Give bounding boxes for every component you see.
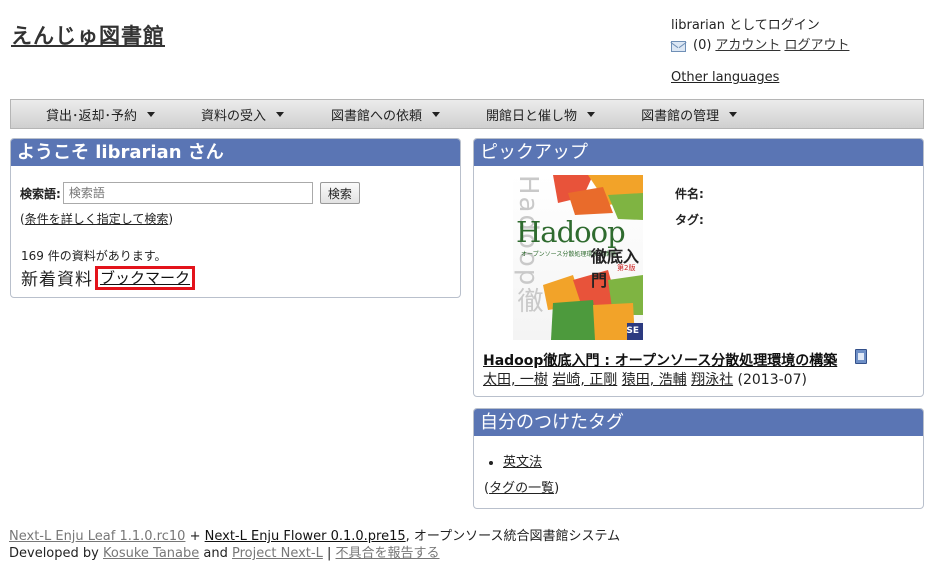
all-tags-link[interactable]: タグの一覧 xyxy=(489,481,554,496)
search-input[interactable] xyxy=(62,182,313,204)
and-text: and xyxy=(203,546,228,561)
author-link[interactable]: 岩崎, 正剛 xyxy=(552,372,617,388)
my-tags-panel: 自分のつけたタグ 英文法 (タグの一覧) xyxy=(473,408,924,509)
paren-close: ) xyxy=(554,481,560,496)
system-text: , オープンソース統合図書館システム xyxy=(405,529,621,544)
developed-by-text: Developed by xyxy=(9,546,99,561)
dropdown-arrow-icon xyxy=(147,111,156,117)
advanced-search-link[interactable]: 条件を詳しく指定して検索 xyxy=(25,212,169,226)
book-icon xyxy=(855,349,867,364)
separator: | xyxy=(326,546,332,561)
login-area: librarian としてログイン (0) アカウント ログアウト xyxy=(671,16,849,56)
menu-management[interactable]: 図書館の管理 xyxy=(641,100,738,128)
author-link[interactable]: 猿田, 浩輔 xyxy=(622,372,687,388)
search-button[interactable]: 検索 xyxy=(319,182,360,204)
welcome-heading: ようこそ librarian さん xyxy=(11,139,460,166)
tag-link[interactable]: 英文法 xyxy=(503,455,542,470)
menu-label: 貸出･返却･予約 xyxy=(46,108,138,124)
pickup-heading: ピックアップ xyxy=(474,139,923,166)
report-bug-link[interactable]: 不具合を報告する xyxy=(336,546,440,561)
menu-requests[interactable]: 図書館への依頼 xyxy=(331,100,441,128)
enju-flower-link[interactable]: Next-L Enju Flower 0.1.0.pre15 xyxy=(205,529,406,544)
resource-count: 169 件の資料があります。 xyxy=(21,249,167,263)
main-menu-bar: 貸出･返却･予約 資料の受入 図書館への依頼 開館日と催し物 図書館の管理 xyxy=(10,99,924,129)
dropdown-arrow-icon xyxy=(587,111,596,117)
list-item: 英文法 xyxy=(503,451,542,470)
account-link[interactable]: アカウント xyxy=(715,36,780,56)
cover-publisher-logo: SE xyxy=(626,326,639,336)
book-authors: 太田, 一樹 岩崎, 正剛 猿田, 浩輔 翔泳社 (2013-07) xyxy=(483,369,807,389)
developer-link[interactable]: Kosuke Tanabe xyxy=(103,546,199,561)
menu-acquisition[interactable]: 資料の受入 xyxy=(201,100,285,128)
subject-label: 件名: xyxy=(675,187,704,201)
book-meta-labels: 件名: タグ: xyxy=(675,181,704,233)
menu-label: 図書館の管理 xyxy=(641,108,720,124)
all-tags: (タグの一覧) xyxy=(484,477,559,496)
cover-edition: 第2版 xyxy=(617,264,636,272)
paren-close: ) xyxy=(168,212,174,226)
dropdown-arrow-icon xyxy=(432,111,441,117)
search-label: 検索語: xyxy=(20,186,61,201)
book-cover-image[interactable]: Hadoop徹底入門 Hadoop オープンソース分散処理環境の構築 徹底入門 … xyxy=(513,175,643,340)
advanced-search: (条件を詳しく指定して検索) xyxy=(20,210,173,227)
login-status: librarian としてログイン xyxy=(671,18,820,33)
menu-events[interactable]: 開館日と催し物 xyxy=(486,100,596,128)
menu-circulation[interactable]: 貸出･返却･予約 xyxy=(46,100,156,128)
menu-label: 開館日と催し物 xyxy=(486,108,578,124)
tags-label: タグ: xyxy=(675,213,704,227)
site-title-link[interactable]: えんじゅ図書館 xyxy=(11,20,165,50)
enju-leaf-link[interactable]: Next-L Enju Leaf 1.1.0.rc10 xyxy=(9,529,185,544)
search-form: 検索語: 検索 xyxy=(20,182,360,204)
tag-list: 英文法 xyxy=(487,451,542,470)
other-languages-link[interactable]: Other languages xyxy=(671,70,779,85)
tab-new-resources[interactable]: 新着資料 xyxy=(21,265,93,290)
footer: Next-L Enju Leaf 1.1.0.rc10 + Next-L Enj… xyxy=(9,528,620,562)
menu-label: 資料の受入 xyxy=(201,108,267,124)
logout-link[interactable]: ログアウト xyxy=(784,36,849,56)
message-count: (0) xyxy=(693,38,712,53)
dropdown-arrow-icon xyxy=(729,111,738,117)
mail-icon[interactable] xyxy=(671,40,686,52)
pickup-panel: ピックアップ Hadoop徹底入門 Hadoop オープンソース分散処理環境の構… xyxy=(473,138,924,397)
dropdown-arrow-icon xyxy=(276,111,285,117)
menu-label: 図書館への依頼 xyxy=(331,108,423,124)
plus-sign: + xyxy=(189,529,201,544)
publisher-link[interactable]: 翔泳社 xyxy=(691,372,733,388)
my-tags-heading: 自分のつけたタグ xyxy=(474,409,923,436)
pub-date: (2013-07) xyxy=(737,372,807,388)
author-link[interactable]: 太田, 一樹 xyxy=(483,372,548,388)
book-title-link[interactable]: Hadoop徹底入門 : オープンソース分散処理環境の構築 xyxy=(483,350,837,370)
welcome-panel: ようこそ librarian さん 検索語: 検索 (条件を詳しく指定して検索)… xyxy=(10,138,461,298)
tab-bookmark[interactable]: ブックマーク xyxy=(95,266,196,290)
project-link[interactable]: Project Next-L xyxy=(232,546,323,561)
tabs: 新着資料 ブックマーク xyxy=(21,265,196,290)
